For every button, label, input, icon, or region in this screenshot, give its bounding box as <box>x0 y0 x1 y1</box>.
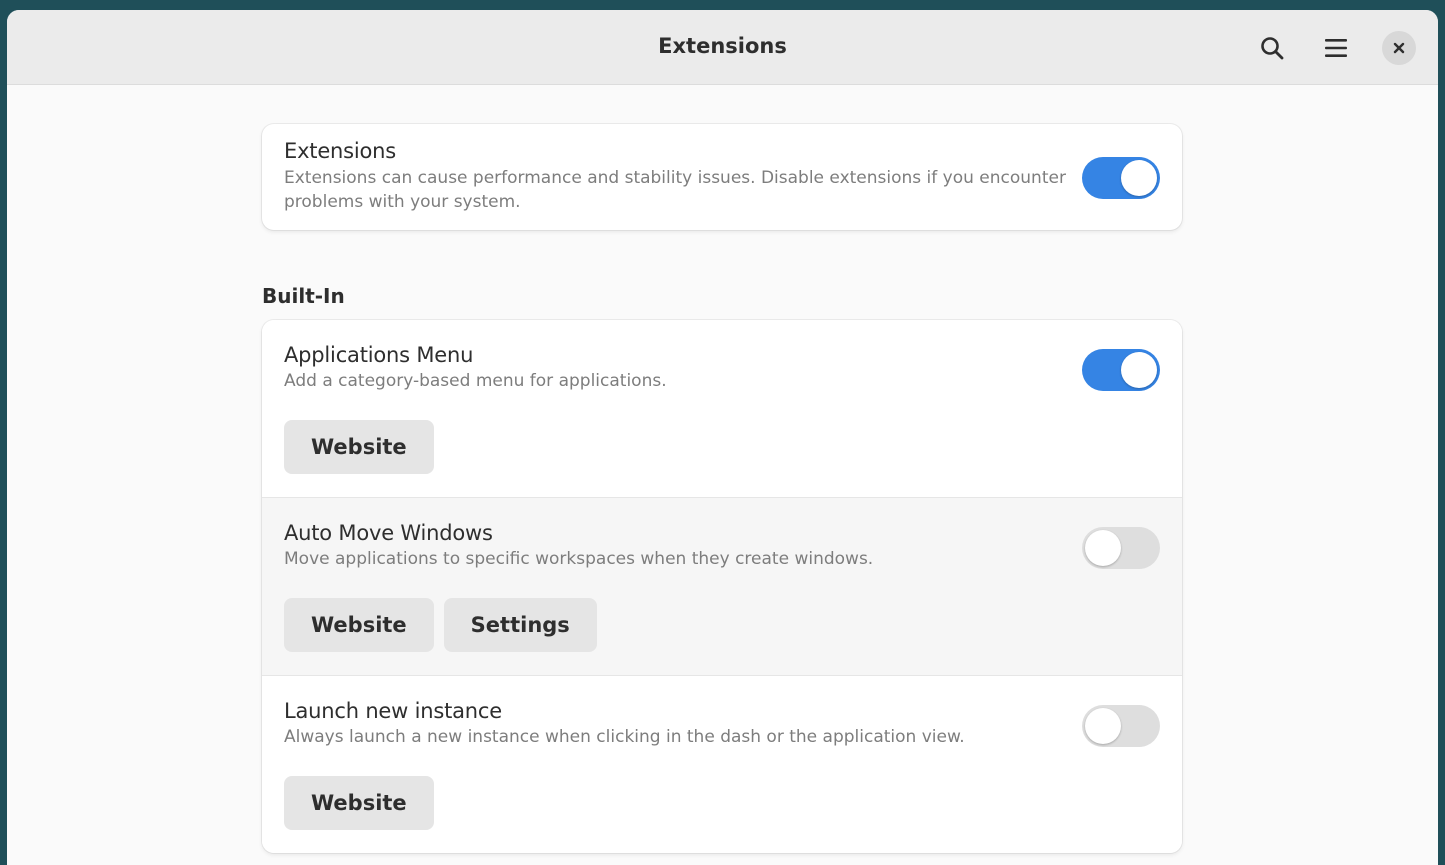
applications-menu-switch[interactable] <box>1082 349 1160 391</box>
section-heading-built-in: Built-In <box>262 284 345 308</box>
extensions-window: Extensions Extensions Extensions can cau… <box>7 10 1438 865</box>
extension-description: Add a category-based menu for applicatio… <box>284 371 667 391</box>
extension-texts: Applications Menu Add a category-based m… <box>284 343 667 393</box>
extensions-master-switch[interactable] <box>1082 157 1160 199</box>
extension-name: Applications Menu <box>284 343 474 367</box>
close-button[interactable] <box>1382 31 1416 65</box>
search-icon <box>1261 37 1284 60</box>
master-row-title: Extensions <box>284 139 397 163</box>
extensions-master-row: Extensions Extensions can cause performa… <box>262 124 1182 230</box>
hamburger-menu-icon <box>1325 39 1347 57</box>
website-button[interactable]: Website <box>284 420 434 474</box>
extension-row-auto-move-windows: Auto Move Windows Move applications to s… <box>262 498 1182 676</box>
extension-description: Move applications to specific workspaces… <box>284 549 874 569</box>
extension-description: Always launch a new instance when clicki… <box>284 727 965 747</box>
main-menu-button[interactable] <box>1318 30 1354 66</box>
extension-buttons: Website Settings <box>284 598 597 652</box>
extension-row-launch-new-instance: Launch new instance Always launch a new … <box>262 676 1182 853</box>
master-row-text: Extensions Extensions can cause performa… <box>284 139 1074 214</box>
switch-knob <box>1085 708 1121 744</box>
master-row-subtitle: Extensions can cause performance and sta… <box>284 168 1066 212</box>
switch-knob <box>1121 352 1157 388</box>
switch-knob <box>1121 160 1157 196</box>
extension-row-applications-menu: Applications Menu Add a category-based m… <box>262 320 1182 498</box>
extension-texts: Launch new instance Always launch a new … <box>284 699 965 749</box>
search-button[interactable] <box>1254 30 1290 66</box>
extension-texts: Auto Move Windows Move applications to s… <box>284 521 873 571</box>
website-button[interactable]: Website <box>284 776 434 830</box>
website-button[interactable]: Website <box>284 598 434 652</box>
close-icon <box>1393 42 1405 54</box>
main-content: Extensions Extensions can cause performa… <box>262 124 1182 853</box>
auto-move-windows-switch[interactable] <box>1082 527 1160 569</box>
extension-buttons: Website <box>284 776 434 830</box>
built-in-extensions-list: Applications Menu Add a category-based m… <box>262 320 1182 853</box>
extension-buttons: Website <box>284 420 434 474</box>
launch-new-instance-switch[interactable] <box>1082 705 1160 747</box>
header-bar: Extensions <box>7 10 1438 85</box>
extension-name: Auto Move Windows <box>284 521 493 545</box>
window-title: Extensions <box>658 34 787 58</box>
settings-button[interactable]: Settings <box>443 598 597 652</box>
extension-name: Launch new instance <box>284 699 502 723</box>
switch-knob <box>1085 530 1121 566</box>
